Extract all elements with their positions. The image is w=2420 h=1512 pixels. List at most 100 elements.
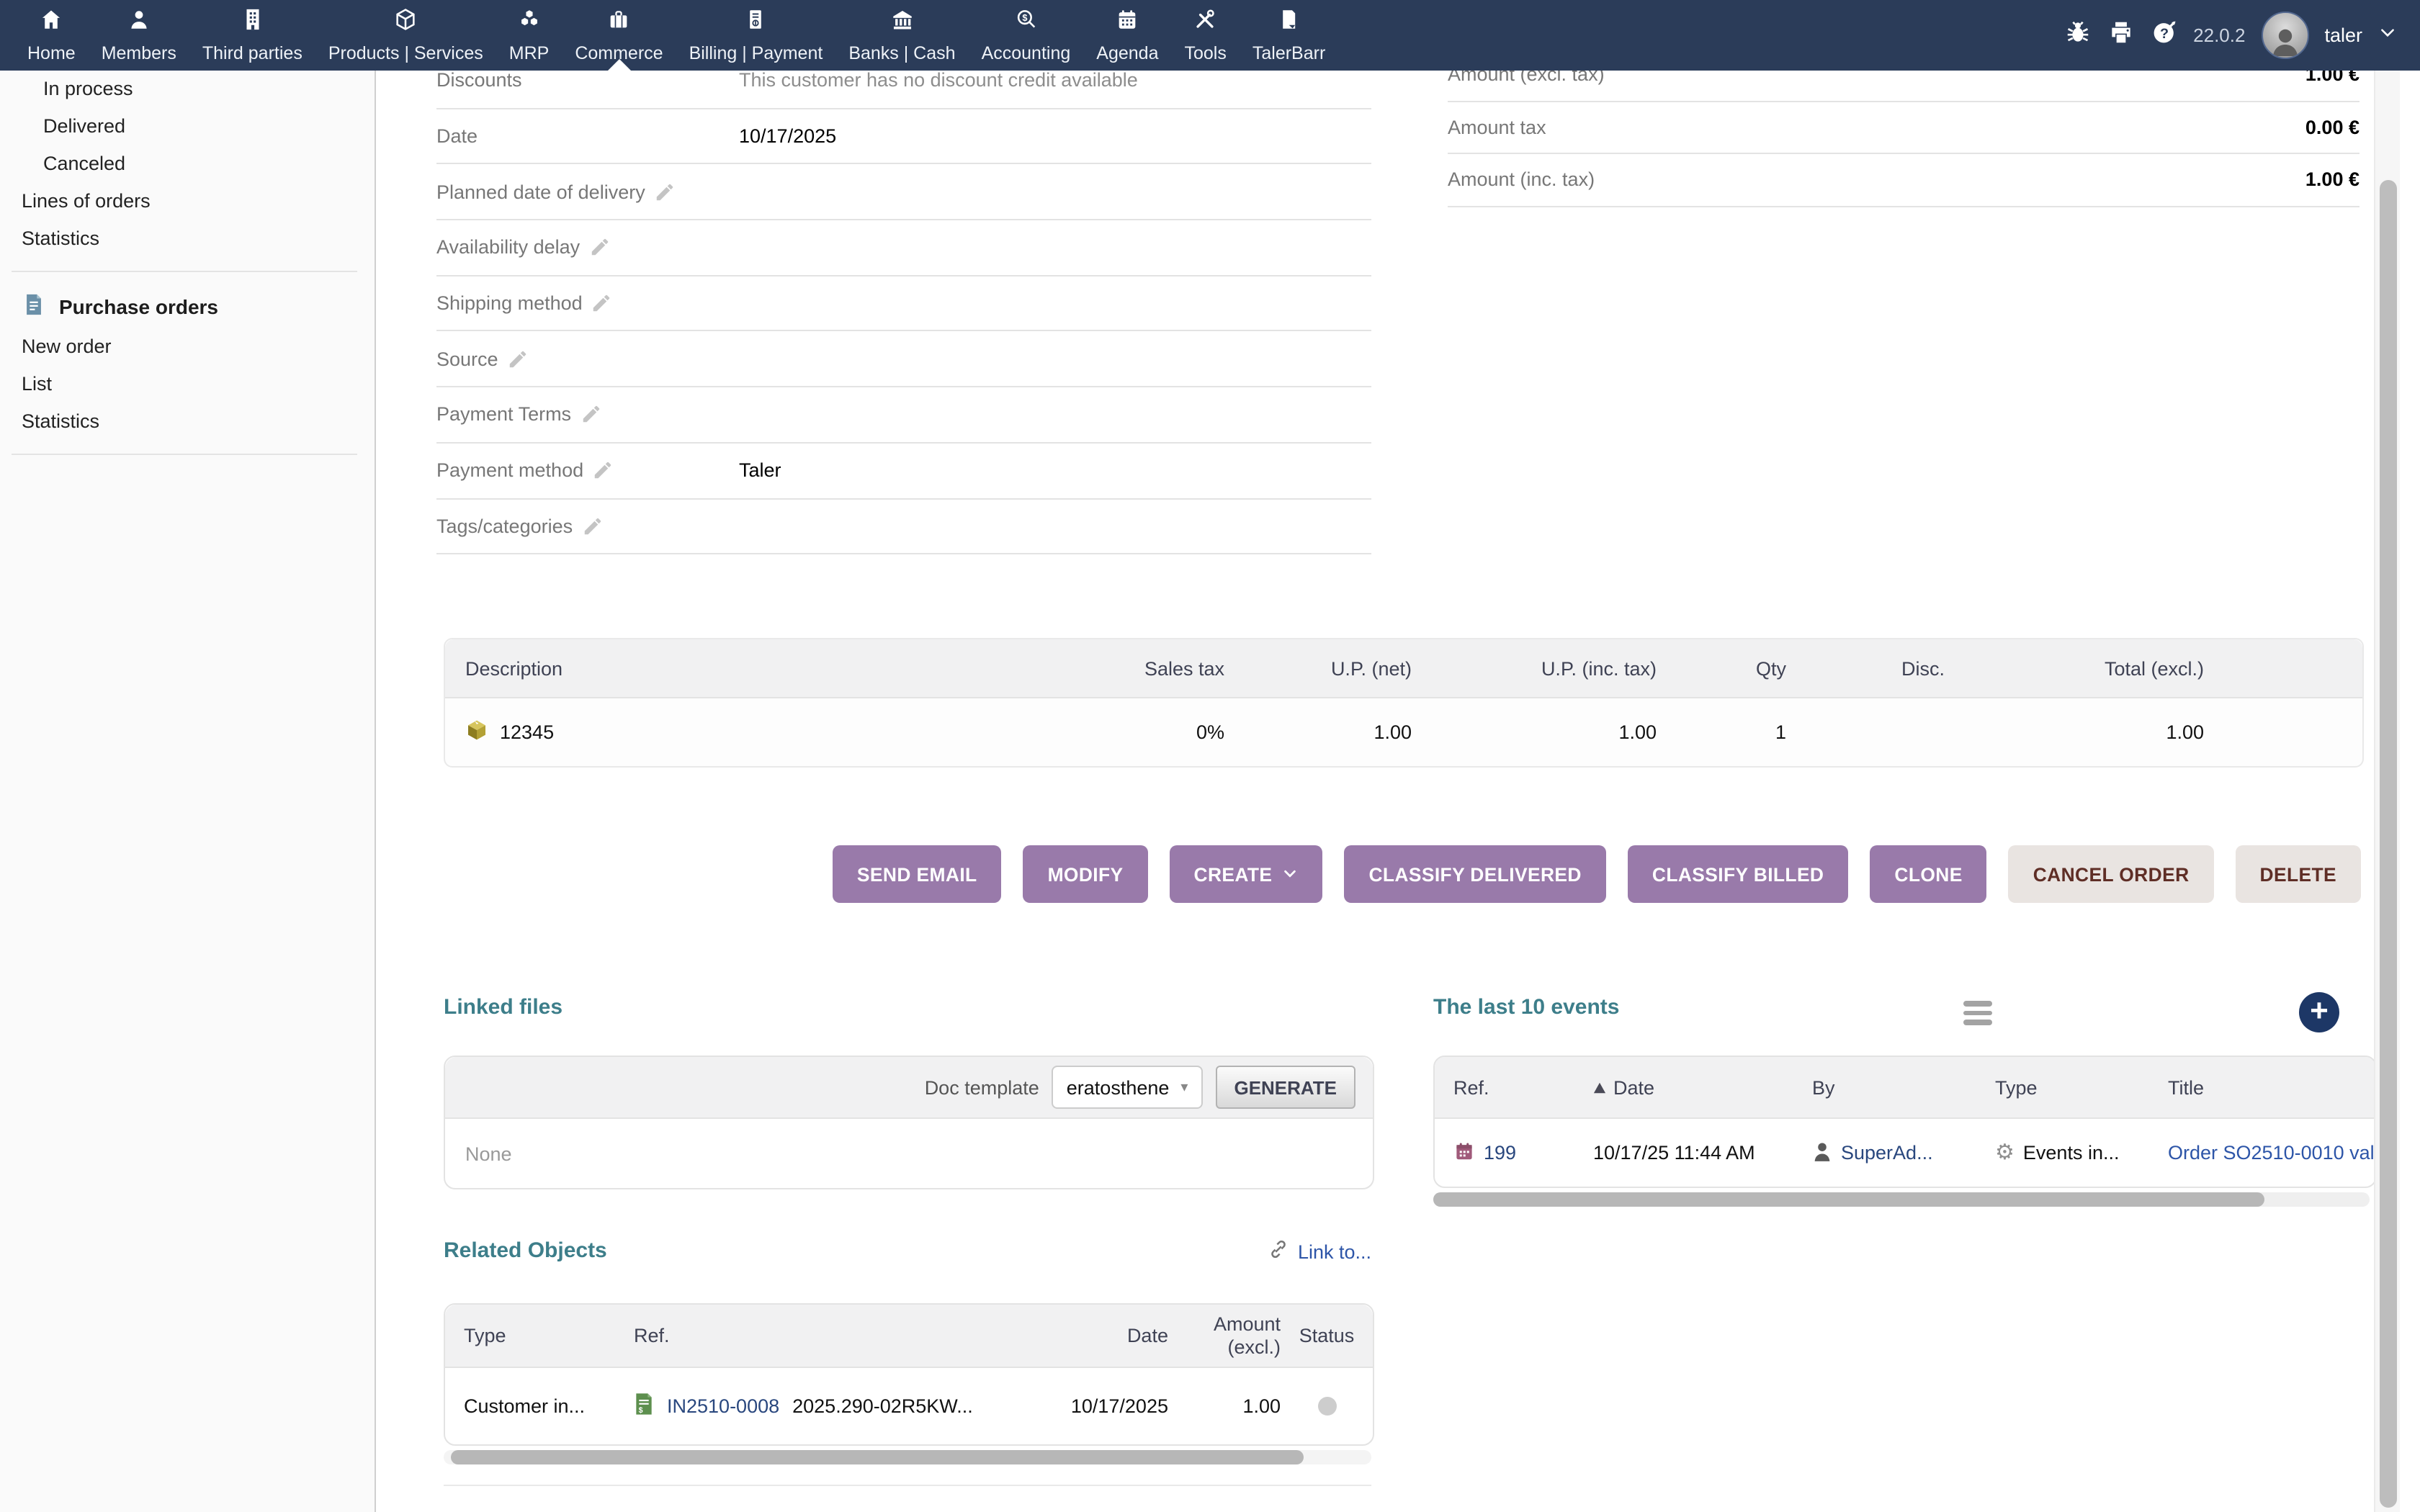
vertical-scrollbar[interactable] xyxy=(2374,71,2400,1512)
briefcase-icon xyxy=(606,7,631,39)
related-scrollbar-thumb[interactable] xyxy=(451,1450,1304,1464)
top-navbar: Home Members Third parties Products | Se… xyxy=(0,0,2420,71)
modify-button[interactable]: MODIFY xyxy=(1023,845,1148,903)
sort-by-date-header[interactable]: Date xyxy=(1593,1076,1812,1098)
sidebar-item-list[interactable]: List xyxy=(0,366,375,403)
classify-billed-button[interactable]: CLASSIFY BILLED xyxy=(1628,845,1849,903)
action-buttons: SEND EMAIL MODIFY CREATE CLASSIFY DELIVE… xyxy=(436,845,2361,903)
field-label: Payment method xyxy=(436,459,583,481)
amounts-summary: Amount (excl. tax) 1.00 € Amount tax 0.0… xyxy=(1448,49,2360,207)
linked-files-card: Doc template eratosthene ▾ GENERATE None xyxy=(444,1056,1374,1189)
section-divider xyxy=(444,1485,1371,1486)
person-icon xyxy=(127,7,151,39)
edit-pencil-icon[interactable] xyxy=(507,348,529,370)
event-title-link[interactable]: Order SO2510-0010 validate xyxy=(2168,1142,2375,1164)
event-row: 199 10/17/25 11:44 AM SuperAd... ⚙ Event… xyxy=(1435,1119,2375,1187)
form-row-source: Source xyxy=(436,332,1371,387)
edit-pencil-icon[interactable] xyxy=(580,404,601,426)
link-to-action[interactable]: Link to... xyxy=(444,1238,1371,1264)
calendar-icon xyxy=(1115,7,1139,39)
event-type: Events in... xyxy=(2023,1142,2120,1164)
sidebar-item-canceled[interactable]: Canceled xyxy=(0,145,375,183)
form-row-payment-terms: Payment Terms xyxy=(436,387,1371,443)
classify-delivered-button[interactable]: CLASSIFY DELIVERED xyxy=(1344,845,1605,903)
nav-item-members[interactable]: Members xyxy=(89,0,189,71)
form-row-tags-categories: Tags/categories xyxy=(436,499,1371,554)
invoice-ref-link[interactable]: IN2510-0008 xyxy=(667,1395,779,1417)
printer-icon[interactable] xyxy=(2107,18,2134,53)
generate-button[interactable]: GENERATE xyxy=(1215,1066,1355,1109)
events-scrollbar-thumb[interactable] xyxy=(1433,1192,2264,1207)
nav-item-talerbarr[interactable]: TalerBarr xyxy=(1240,0,1338,71)
edit-pencil-icon[interactable] xyxy=(591,292,613,314)
nav-item-agenda[interactable]: Agenda xyxy=(1083,0,1171,71)
nav-items: Home Members Third parties Products | Se… xyxy=(0,0,1338,71)
nav-item-banks-cash[interactable]: Banks | Cash xyxy=(835,0,968,71)
vertical-scrollbar-thumb[interactable] xyxy=(2379,180,2396,1508)
form-row-shipping-method: Shipping method xyxy=(436,276,1371,332)
chevron-down-icon[interactable] xyxy=(2378,22,2397,48)
send-email-button[interactable]: SEND EMAIL xyxy=(833,845,1002,903)
user-menu[interactable]: taler xyxy=(2324,24,2362,46)
linked-files-header: Doc template eratosthene ▾ GENERATE xyxy=(445,1057,1373,1119)
related-object-row: Customer in... $ IN2510-0008 2025.290-02… xyxy=(445,1368,1373,1444)
help-icon[interactable]: ? xyxy=(2150,18,2177,53)
sidebar-item-in-process[interactable]: In process xyxy=(0,71,375,108)
sort-asc-icon xyxy=(1593,1076,1606,1098)
bill-icon xyxy=(743,7,768,39)
events-table: Ref. Date By Type Title 199 10/17/25 11:… xyxy=(1433,1056,2377,1188)
related-horizontal-scrollbar[interactable] xyxy=(444,1450,1371,1464)
cancel-order-button[interactable]: CANCEL ORDER xyxy=(2009,845,2214,903)
sidebar-divider xyxy=(12,454,357,455)
nav-item-home[interactable]: Home xyxy=(14,0,89,71)
edit-pencil-icon[interactable] xyxy=(592,459,614,481)
sidebar-item-purchase-statistics[interactable]: Statistics xyxy=(0,403,375,441)
nav-item-commerce[interactable]: Commerce xyxy=(562,0,676,71)
nav-item-mrp[interactable]: MRP xyxy=(496,0,563,71)
order-lines-table: Description Sales tax U.P. (net) U.P. (i… xyxy=(444,638,2364,768)
clone-button[interactable]: CLONE xyxy=(1870,845,1986,903)
field-label: Availability delay xyxy=(436,237,580,258)
sidebar-item-statistics[interactable]: Statistics xyxy=(0,220,375,258)
list-menu-icon[interactable] xyxy=(1963,1001,1992,1030)
related-amount: 1.00 xyxy=(1168,1395,1281,1417)
related-objects-header: Type Ref. Date Amount (excl.) Status xyxy=(445,1305,1373,1368)
chain-link-icon xyxy=(1268,1238,1289,1264)
sidebar-item-lines-of-orders[interactable]: Lines of orders xyxy=(0,183,375,220)
edit-pencil-icon[interactable] xyxy=(581,516,603,537)
event-ref-link[interactable]: 199 xyxy=(1484,1142,1516,1164)
edit-pencil-icon[interactable] xyxy=(654,181,676,202)
related-date: 10/17/2025 xyxy=(1028,1395,1168,1417)
invoice-ref-extra: 2025.290-02R5KW... xyxy=(792,1395,973,1417)
invoice-icon: $ xyxy=(634,1392,654,1420)
bug-icon[interactable] xyxy=(2063,18,2091,53)
field-label: Shipping method xyxy=(436,292,583,314)
sidebar-section-purchase-orders[interactable]: Purchase orders xyxy=(0,285,375,328)
svg-text:$: $ xyxy=(1022,12,1027,23)
events-horizontal-scrollbar[interactable] xyxy=(1433,1192,2370,1207)
add-event-button[interactable] xyxy=(2299,992,2339,1032)
doc-template-select[interactable]: eratosthene ▾ xyxy=(1052,1066,1203,1109)
form-row-date: Date 10/17/2025 xyxy=(436,109,1371,164)
cubes-cluster-icon xyxy=(517,7,542,39)
status-badge xyxy=(1317,1397,1336,1416)
select-caret-icon: ▾ xyxy=(1180,1079,1188,1095)
edit-pencil-icon[interactable] xyxy=(588,237,610,258)
event-author-link[interactable]: SuperAd... xyxy=(1841,1142,1933,1164)
avatar[interactable] xyxy=(2261,12,2308,59)
field-label: Date xyxy=(436,125,478,147)
create-dropdown-button[interactable]: CREATE xyxy=(1170,845,1323,903)
product-ref: 12345 xyxy=(500,721,554,743)
building-icon xyxy=(240,7,264,39)
form-row-payment-method: Payment method Taler xyxy=(436,444,1371,499)
nav-item-accounting[interactable]: $ Accounting xyxy=(969,0,1084,71)
nav-item-products-services[interactable]: Products | Services xyxy=(315,0,496,71)
nav-item-third-parties[interactable]: Third parties xyxy=(189,0,315,71)
sidebar-item-delivered[interactable]: Delivered xyxy=(0,108,375,145)
related-objects-table: Type Ref. Date Amount (excl.) Status Cus… xyxy=(444,1303,1374,1446)
linked-files-empty: None xyxy=(445,1119,1373,1188)
sidebar-item-new-order[interactable]: New order xyxy=(0,328,375,366)
nav-item-billing-payment[interactable]: Billing | Payment xyxy=(676,0,836,71)
delete-button[interactable]: DELETE xyxy=(2236,845,2361,903)
nav-item-tools[interactable]: Tools xyxy=(1172,0,1240,71)
